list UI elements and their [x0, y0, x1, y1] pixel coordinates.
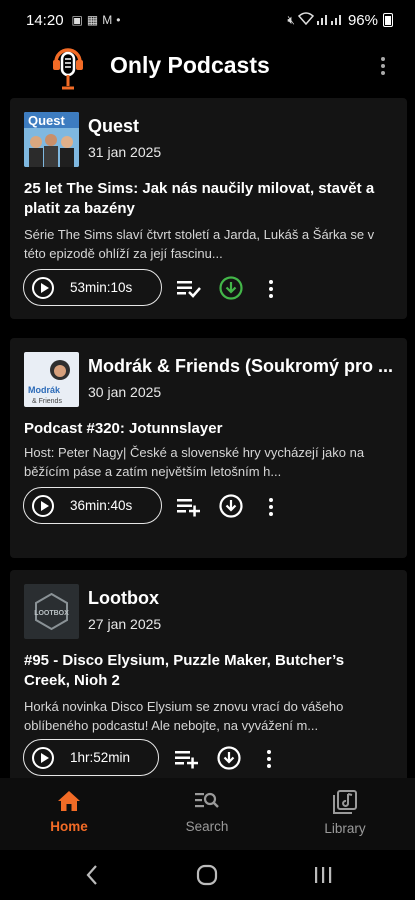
podcast-artwork[interactable]: Quest: [24, 112, 79, 167]
play-button[interactable]: 36min:40s: [23, 487, 162, 524]
nav-library[interactable]: Library: [300, 790, 390, 836]
bottom-navigation: Home Search Library: [0, 778, 415, 850]
play-icon: [32, 494, 54, 517]
system-navigation: [0, 850, 415, 900]
nav-search[interactable]: Search: [162, 790, 252, 834]
episode-duration: 36min:40s: [70, 498, 133, 513]
app-title: Only Podcasts: [110, 52, 270, 78]
podcast-artwork[interactable]: Modrák & Friends: [24, 352, 79, 407]
episode-title[interactable]: 25 let The Sims: Jak nás naučily milovat…: [24, 179, 394, 219]
play-button[interactable]: 53min:10s: [23, 269, 162, 306]
episode-card[interactable]: Modrák & Friends Modrák & Friends (Soukr…: [10, 338, 407, 558]
svg-text:Modrák: Modrák: [28, 385, 61, 395]
home-icon: [58, 791, 80, 811]
svg-text:& Friends: & Friends: [32, 398, 62, 405]
podcast-name[interactable]: Quest: [88, 116, 139, 137]
episode-description: Host: Peter Nagy| České a slovenské hry …: [24, 445, 365, 479]
nav-home-label: Home: [50, 819, 88, 834]
episode-title[interactable]: #95 - Disco Elysium, Puzzle Maker, Butch…: [24, 651, 394, 691]
playlist-add-icon: [177, 499, 200, 517]
app-menu-button[interactable]: [373, 52, 393, 80]
podcast-name[interactable]: Modrák & Friends (Soukromý pro ...: [88, 356, 393, 377]
nav-home[interactable]: Home: [24, 790, 114, 834]
podcast-artwork[interactable]: LOOTBOX: [24, 584, 79, 639]
status-time: 14:20: [26, 11, 64, 29]
recents-button[interactable]: [311, 862, 335, 888]
episode-card[interactable]: LOOTBOX Lootbox 27 jan 2025 #95 - Disco …: [10, 570, 407, 790]
download-icon: [219, 494, 243, 518]
home-circle-icon: [196, 864, 218, 886]
episode-more-button[interactable]: [262, 747, 276, 771]
recents-icon: [315, 867, 332, 883]
podcast-name[interactable]: Lootbox: [88, 588, 159, 609]
wifi-icon: [297, 12, 315, 28]
playlist-add-icon: [175, 751, 198, 769]
episode-description: Série The Sims slaví čtvrt století a Jar…: [24, 227, 375, 261]
play-icon: [32, 746, 54, 769]
gallery-notification-icon: ▦: [86, 13, 99, 27]
episode-date: 31 jan 2025: [88, 144, 162, 160]
battery-percent: 96%: [347, 11, 378, 29]
notification-icons: ▣ ▦ M •: [72, 13, 121, 27]
library-icon: [333, 790, 357, 814]
signal-icon: [316, 12, 343, 28]
queued-check-button[interactable]: [175, 274, 203, 302]
episode-duration: 1hr:52min: [70, 750, 131, 765]
play-button[interactable]: 1hr:52min: [23, 739, 159, 776]
episode-more-button[interactable]: [264, 277, 278, 301]
episode-more-button[interactable]: [264, 495, 278, 519]
add-to-queue-button[interactable]: [175, 492, 203, 520]
play-icon: [32, 276, 54, 299]
back-button[interactable]: [82, 862, 102, 888]
artwork-label: LOOTBOX: [34, 610, 69, 617]
back-icon: [86, 865, 97, 885]
home-system-button[interactable]: [195, 862, 219, 888]
microphone-logo-icon: [50, 44, 86, 92]
download-done-icon: [219, 276, 243, 300]
battery-icon: [383, 13, 393, 27]
episode-title[interactable]: Podcast #320: Jotunnslayer: [24, 419, 394, 439]
download-button[interactable]: [217, 492, 245, 520]
nav-library-label: Library: [324, 821, 366, 836]
episode-card[interactable]: Quest Quest 31 jan 2025 25 let The Sims:…: [10, 98, 407, 319]
artwork-label: Quest: [28, 113, 66, 128]
nav-search-label: Search: [185, 819, 229, 834]
app-bar: Only Podcasts: [0, 40, 415, 92]
status-bar: 14:20 ▣ ▦ M • 🔇︎ 96%: [0, 0, 415, 40]
mute-icon: 🔇︎: [287, 12, 295, 27]
episode-duration: 53min:10s: [70, 280, 133, 295]
system-status-icons: 🔇︎: [287, 12, 343, 28]
episode-date: 30 jan 2025: [88, 384, 162, 400]
downloaded-button[interactable]: [217, 274, 245, 302]
episode-description: Horká novinka Disco Elysium se znovu vra…: [24, 699, 344, 733]
episode-date: 27 jan 2025: [88, 616, 162, 632]
download-icon: [217, 746, 241, 770]
playlist-check-icon: [177, 281, 201, 298]
download-button[interactable]: [215, 744, 243, 772]
image-notification-icon: ▣: [71, 13, 83, 27]
gmail-notification-icon: M: [102, 13, 113, 27]
more-notifications-icon: •: [116, 13, 121, 27]
add-to-queue-button[interactable]: [173, 744, 201, 772]
search-list-icon: [195, 792, 219, 808]
